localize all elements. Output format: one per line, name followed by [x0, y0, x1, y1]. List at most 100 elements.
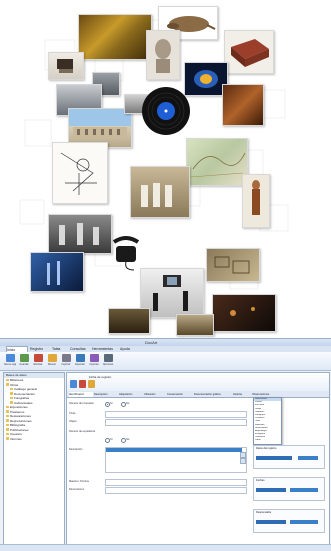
sidebar-item[interactable]: Informes [4, 437, 64, 442]
folder-icon [6, 410, 9, 413]
field-label: Objeto [69, 420, 77, 423]
remove-line-button[interactable] [240, 458, 246, 464]
form-row: Título [69, 411, 249, 418]
folder-icon [10, 387, 13, 391]
folder-icon [6, 419, 9, 422]
collage-standing-figure [242, 174, 270, 228]
export-label: Exportar [75, 363, 85, 366]
tab-identificacion[interactable]: Identificación [69, 392, 93, 397]
print-button[interactable]: Imprimir [60, 354, 72, 368]
import-icon [89, 354, 99, 362]
delete-button[interactable]: Eliminar [32, 354, 44, 368]
tab-descripcion[interactable]: Descripción [94, 392, 118, 397]
field-label: Número de inventario [69, 402, 94, 405]
radio-label: Sí [110, 402, 113, 405]
form-row: Materia / Técnica [69, 479, 249, 486]
sidebar-item-label: Documentación [14, 391, 35, 396]
folder-icon [6, 437, 9, 440]
options-button[interactable]: Opciones [102, 354, 114, 368]
record-image-icon[interactable] [70, 380, 77, 388]
form-row: Número de expediente [69, 429, 249, 436]
sidebar-item-label: Reproducciones [10, 418, 32, 423]
panel-action-button[interactable] [290, 520, 318, 524]
delete-label: Eliminar [33, 363, 43, 366]
panel-box-title: Fechas [256, 479, 265, 482]
radio-label: No [126, 402, 130, 405]
record-attach-icon[interactable] [79, 380, 86, 388]
category-dropdown-list[interactable]: Seleccionar... Pintura Escultura Dibujo … [253, 397, 282, 445]
collage-aerial-ruins [206, 248, 260, 282]
material-field[interactable] [105, 479, 247, 486]
folder-icon [6, 378, 9, 382]
sidebar-item-label: Préstamos [10, 409, 25, 414]
vinyl-record-icon [141, 86, 191, 136]
panel-bar [256, 488, 286, 492]
collage-night-photo [30, 252, 84, 292]
collage-red-chest [224, 30, 274, 74]
export-button[interactable]: Exportar [74, 354, 86, 368]
status-bar [0, 544, 331, 551]
record-note-icon[interactable] [88, 380, 95, 388]
sidebar-item-label: Informes [10, 436, 22, 441]
dropdown-option[interactable]: Vidrio [254, 439, 281, 442]
folder-icon [10, 396, 13, 400]
radio-label: Sí [110, 438, 113, 441]
description-textarea[interactable] [105, 447, 247, 473]
panel-bar [256, 456, 292, 460]
search-label: Buscar [48, 363, 56, 366]
dimensions-field[interactable] [105, 487, 247, 494]
record-editor: Ficha de registro Identificación Descrip… [66, 372, 330, 550]
delete-icon [33, 354, 43, 362]
new-record-label: Nuevo registro [4, 363, 16, 366]
tab-documentacion-grafica[interactable]: Documentación gráfica [194, 392, 232, 397]
search-icon [47, 354, 57, 362]
import-button[interactable]: Importar [88, 354, 100, 368]
folder-icon [6, 428, 9, 431]
form-row: Sí No [69, 437, 249, 444]
title-field[interactable] [105, 411, 247, 418]
document-title: Ficha de registro [89, 375, 112, 379]
collage-dragon-painting [78, 14, 152, 60]
field-label: Materia / Técnica [69, 480, 89, 483]
sidebar-item-label: Audiovisuales [14, 400, 33, 405]
sidebar-item-label: Usuarios [10, 432, 22, 436]
panel-box: Datos del registro [253, 445, 325, 469]
collage-wooden-box [48, 52, 84, 80]
print-label: Imprimir [61, 363, 71, 366]
panel-box-title: Datos del registro [256, 447, 277, 450]
record-form: Número de inventario Sí No Título Objeto… [69, 399, 249, 547]
sidebar-item-label: Obras [10, 382, 19, 387]
folder-icon [6, 383, 9, 386]
sidebar-item-label: Bibliografía [10, 423, 26, 427]
tab-conservacion[interactable]: Conservación [167, 392, 193, 397]
folder-icon [6, 405, 9, 409]
save-button[interactable]: Guardar [18, 354, 30, 368]
form-row: Número de inventario Sí No [69, 401, 249, 408]
object-field[interactable] [105, 419, 247, 426]
application-window: DocArt Inicio Registro Tabla Consultas H… [0, 338, 331, 551]
gear-icon [103, 354, 113, 362]
tab-adquisicion[interactable]: Adquisición [119, 392, 143, 397]
collage-artifact-photo [222, 84, 264, 126]
print-icon [61, 354, 71, 362]
sidebar-item-label: Publicaciones [10, 427, 29, 432]
panel-action-button[interactable] [290, 488, 318, 492]
search-button[interactable]: Buscar [46, 354, 58, 368]
new-record-button[interactable]: Nuevo registro [4, 354, 16, 368]
panel-bar [256, 520, 286, 524]
telephone-icon [110, 232, 144, 272]
sidebar-item-label: Restauraciones [10, 414, 31, 418]
panel-box: Fechas [253, 477, 325, 501]
folder-icon [6, 414, 9, 418]
tab-ubicacion[interactable]: Ubicación [144, 392, 166, 397]
collage-bottom-center-photo [176, 314, 214, 336]
panel-action-button[interactable] [298, 456, 318, 460]
database-sidebar: Bases de datos Biblioteca Obras Catálogo… [3, 372, 65, 550]
tab-historia[interactable]: Historia [233, 392, 251, 397]
selected-line [106, 448, 242, 452]
sidebar-item-label: Exposiciones [10, 405, 28, 409]
collage-old-map [186, 138, 248, 186]
folder-icon [6, 423, 9, 427]
collage-dark-scene [212, 294, 276, 332]
window-title: DocArt [145, 340, 158, 345]
